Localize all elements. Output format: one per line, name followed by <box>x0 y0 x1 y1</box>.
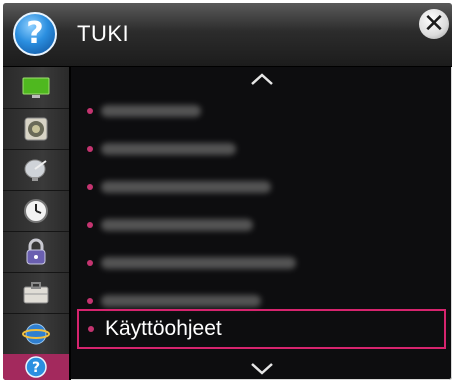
sidebar-item-lock[interactable] <box>3 231 69 273</box>
menu-bullet <box>87 222 93 228</box>
sound-icon <box>24 117 48 140</box>
blurred-label <box>101 219 253 231</box>
network-icon <box>22 323 50 344</box>
blurred-label <box>101 105 201 117</box>
blurred-label <box>101 257 296 269</box>
menu-bullet <box>87 184 93 190</box>
sidebar-item-sound[interactable] <box>3 108 69 150</box>
blurred-label <box>101 143 236 155</box>
settings-sidebar: ? <box>3 67 71 380</box>
menu-item-label: Käyttöohjeet <box>105 317 222 340</box>
sidebar-item-picture[interactable] <box>3 67 69 109</box>
sidebar-item-time[interactable] <box>3 190 69 232</box>
chevron-down-icon[interactable] <box>249 361 275 377</box>
picture-icon <box>22 77 50 98</box>
menu-bullet <box>87 298 93 304</box>
window-title: TUKI <box>77 21 130 46</box>
close-icon: ✕ <box>423 9 445 39</box>
sidebar-item-channel[interactable] <box>3 149 69 191</box>
channel-icon <box>24 159 47 181</box>
close-button[interactable]: ✕ <box>419 9 449 39</box>
support-menu-list: Käyttöohjeet <box>71 67 452 380</box>
title-bar: ? TUKI ✕ <box>3 3 452 67</box>
sidebar-item-support[interactable]: ? <box>3 354 69 380</box>
menu-item-blurred[interactable] <box>71 244 452 282</box>
options-icon <box>23 281 49 303</box>
menu-bullet <box>87 146 93 152</box>
question-icon: ? <box>13 12 57 56</box>
menu-item-blurred[interactable] <box>71 92 452 130</box>
menu-bullet <box>87 260 93 266</box>
support-menu-window: ? TUKI ✕ ? Käyttöohjeet <box>3 3 452 380</box>
clock-icon <box>24 198 48 223</box>
menu-item-blurred[interactable] <box>71 206 452 244</box>
support-icon: ? <box>25 356 47 378</box>
svg-text:?: ? <box>32 360 40 376</box>
blurred-label <box>101 181 271 193</box>
chevron-up-icon[interactable] <box>249 71 275 87</box>
blurred-label <box>101 295 261 307</box>
menu-bullet <box>87 108 93 114</box>
menu-item-blurred[interactable] <box>71 130 452 168</box>
menu-item-user-guide[interactable]: Käyttöohjeet <box>77 309 446 349</box>
menu-item-blurred[interactable] <box>71 168 452 206</box>
menu-bullet <box>88 326 94 332</box>
sidebar-item-network[interactable] <box>3 313 69 355</box>
sidebar-item-options[interactable] <box>3 272 69 314</box>
lock-icon <box>26 238 46 264</box>
